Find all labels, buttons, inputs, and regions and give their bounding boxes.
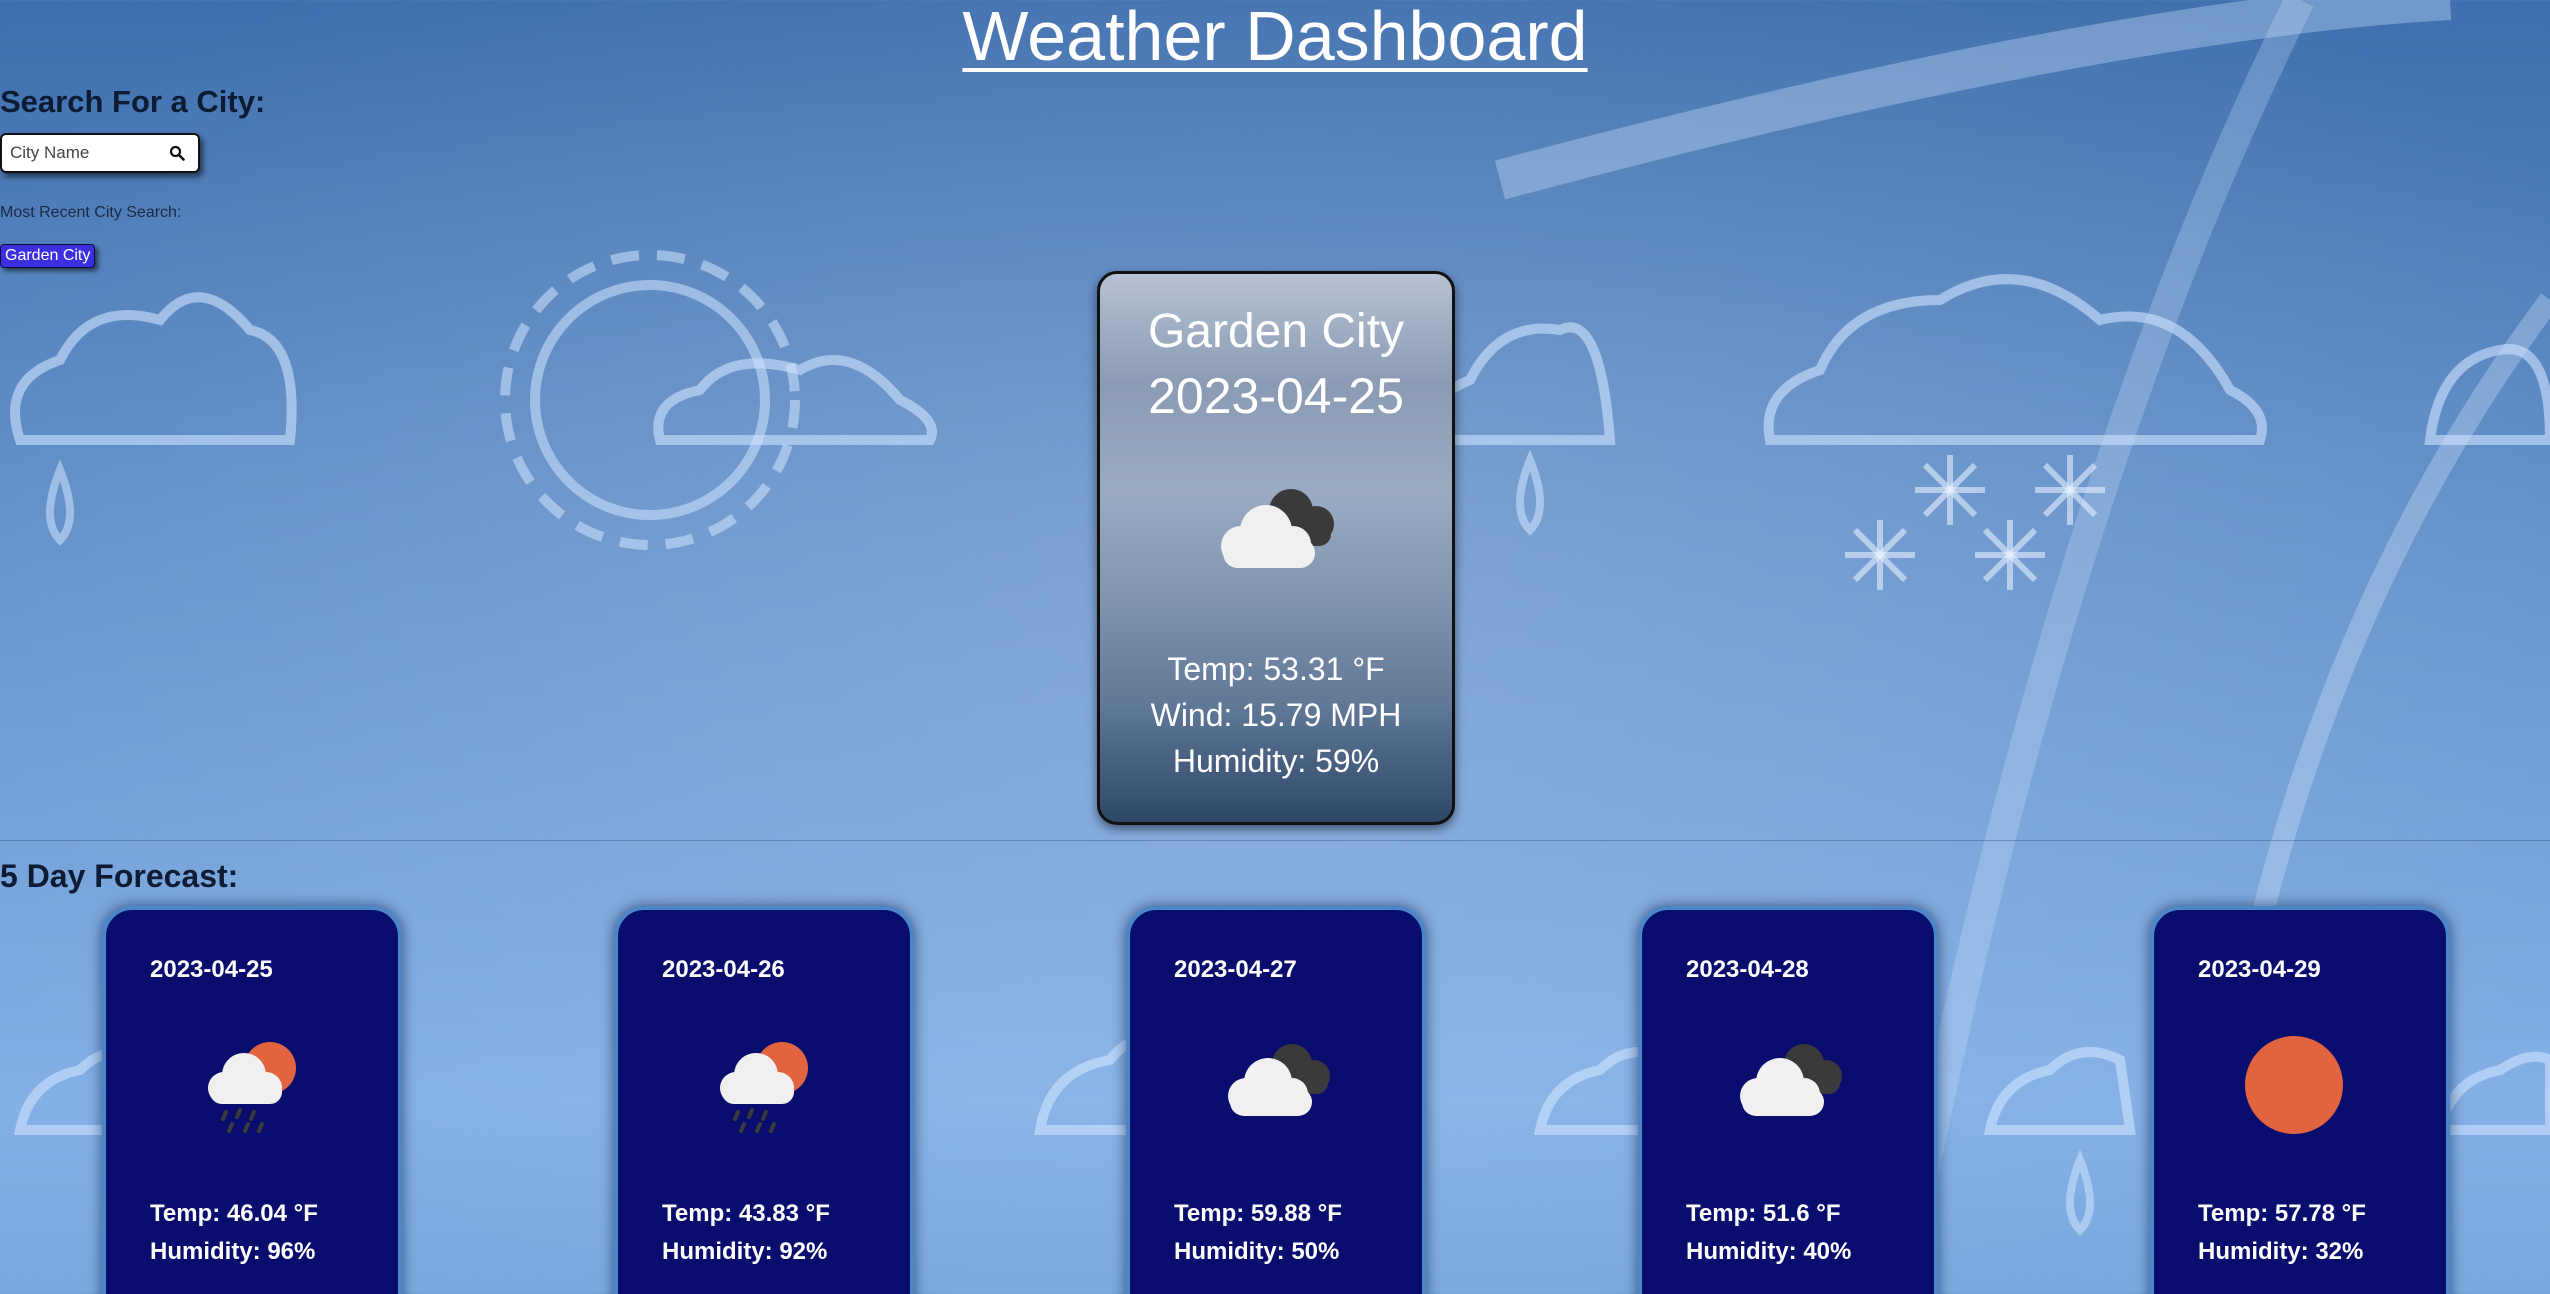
forecast-date: 2023-04-29	[2198, 956, 2321, 983]
cloudy-icon	[1100, 476, 1452, 586]
section-divider	[0, 840, 2550, 841]
forecast-temp: Temp: 43.83 °F	[662, 1200, 830, 1227]
forecast-humidity: Humidity: 92%	[662, 1238, 828, 1265]
forecast-humidity: Humidity: 96%	[150, 1238, 316, 1265]
forecast-humidity: Humidity: 50%	[1174, 1238, 1340, 1265]
forecast-card: 2023-04-28 Temp: 51.6 °F Humidity: 40%	[1638, 906, 1938, 1294]
search-icon[interactable]	[162, 138, 192, 168]
search-heading: Search For a City:	[0, 84, 266, 119]
forecast-card: 2023-04-29 Temp: 57.78 °F Humidity: 32%	[2150, 906, 2450, 1294]
page-title: Weather Dashboard	[962, 0, 1588, 75]
cloudy-icon	[1728, 1030, 1848, 1140]
city-search-input[interactable]	[2, 142, 162, 164]
forecast-date: 2023-04-27	[1174, 956, 1297, 983]
forecast-date: 2023-04-25	[150, 956, 273, 983]
recent-search-label: Most Recent City Search:	[0, 204, 182, 221]
current-weather-card: Garden City 2023-04-25 Temp: 53.31 °F Wi…	[1097, 271, 1455, 825]
current-stats: Temp: 53.31 °F Wind: 15.79 MPH Humidity:…	[1100, 646, 1452, 784]
current-date: 2023-04-25	[1148, 368, 1404, 424]
forecast-temp: Temp: 51.6 °F	[1686, 1200, 1841, 1227]
forecast-humidity: Humidity: 32%	[2198, 1238, 2364, 1265]
current-city-name: Garden City	[1147, 305, 1405, 358]
current-temp: Temp: 53.31 °F	[1167, 651, 1385, 687]
forecast-card: 2023-04-27 Temp: 59.88 °F Humidity: 50%	[1126, 906, 1426, 1294]
rain-sun-icon	[192, 1030, 312, 1140]
recent-city-button[interactable]: Garden City	[0, 244, 96, 268]
forecast-date: 2023-04-26	[662, 956, 785, 983]
forecast-humidity: Humidity: 40%	[1686, 1238, 1852, 1265]
search-box	[0, 133, 200, 173]
forecast-heading: 5 Day Forecast:	[0, 858, 239, 894]
forecast-card: 2023-04-26 Temp: 43.83 °F Humidity: 92%	[614, 906, 914, 1294]
forecast-temp: Temp: 46.04 °F	[150, 1200, 318, 1227]
forecast-temp: Temp: 59.88 °F	[1174, 1200, 1342, 1227]
forecast-date: 2023-04-28	[1686, 956, 1809, 983]
current-wind: Wind: 15.79 MPH	[1150, 697, 1402, 733]
forecast-temp: Temp: 57.78 °F	[2198, 1200, 2366, 1227]
current-humidity: Humidity: 59%	[1172, 743, 1380, 779]
rain-sun-icon	[704, 1030, 824, 1140]
forecast-card: 2023-04-25 Temp: 46.04 °F Humidity: 96%	[102, 906, 402, 1294]
sun-icon	[2240, 1030, 2360, 1140]
cloudy-icon	[1216, 1030, 1336, 1140]
